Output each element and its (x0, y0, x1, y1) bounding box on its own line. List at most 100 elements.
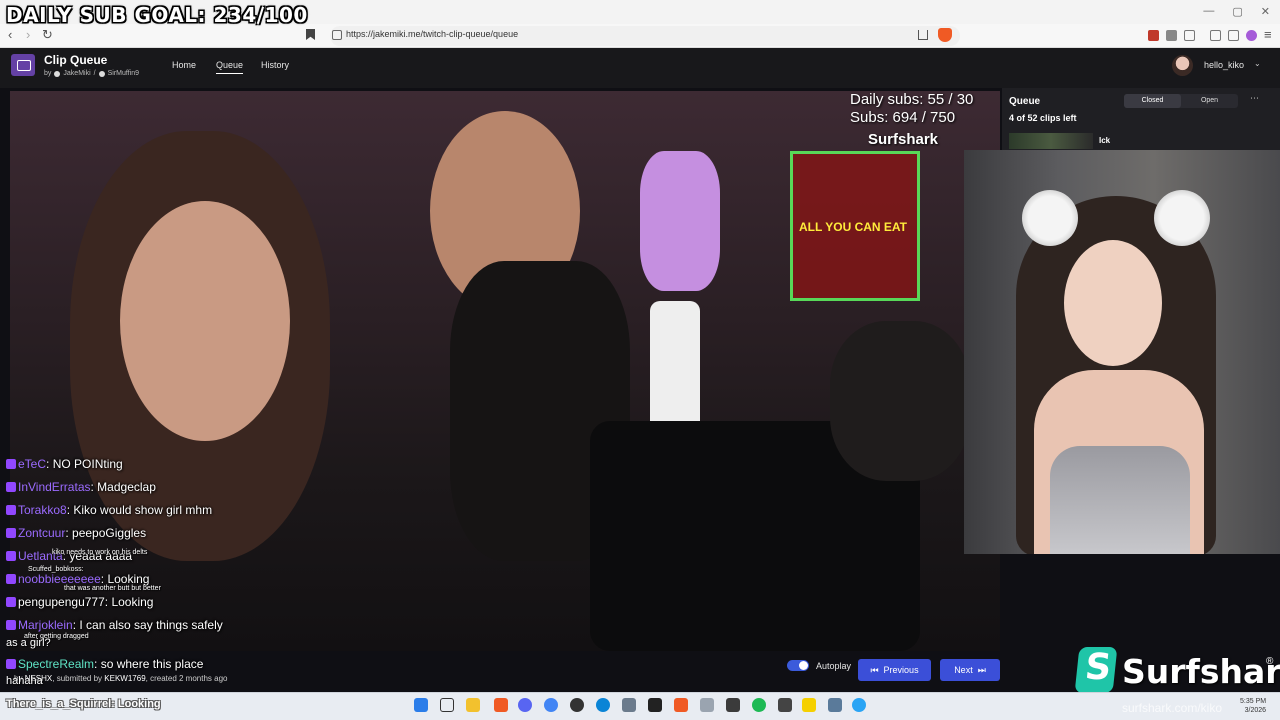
queue-item-title[interactable]: Ick (1099, 136, 1110, 145)
app-authors: by JakeMiki / SirMuffin9 (44, 70, 139, 77)
username[interactable]: hello_kiko (1204, 60, 1244, 70)
url-text[interactable]: https://jakemiki.me/twitch-clip-queue/qu… (346, 29, 518, 39)
clip-video-player[interactable]: ALL YOU CAN EAT Daily subs: 55 / 30 Subs… (10, 91, 1000, 651)
video-dancer (640, 151, 720, 291)
chat-user: Torakko8 (18, 503, 67, 517)
file-explorer-icon[interactable] (466, 698, 480, 712)
extension-icon[interactable] (1184, 30, 1195, 41)
sub-badge-icon (6, 551, 16, 561)
chat-user: pengupengu777 (18, 595, 105, 609)
app-icon[interactable] (778, 698, 792, 712)
reload-icon[interactable]: ↻ (42, 27, 53, 43)
obs-icon[interactable] (570, 698, 584, 712)
queue-item-thumbnail[interactable] (1009, 133, 1093, 149)
chat-message: Madgeclap (97, 480, 156, 494)
autoplay-toggle[interactable] (787, 660, 809, 671)
chrome-icon[interactable] (544, 698, 558, 712)
webcam-top (1050, 446, 1190, 554)
minimize-icon[interactable]: — (1203, 5, 1214, 18)
sub-badge-icon (6, 528, 16, 538)
music-icon[interactable] (1210, 30, 1221, 41)
sidebar-icon[interactable] (1228, 30, 1239, 41)
edge-icon[interactable] (596, 698, 610, 712)
windows-start-icon[interactable] (414, 698, 428, 712)
app-icon[interactable] (852, 698, 866, 712)
app-icon[interactable] (726, 698, 740, 712)
chat-line: Torakko8: Kiko would show girl mhm (6, 503, 212, 523)
app-title[interactable]: Clip Queue (44, 53, 107, 67)
tab-closed[interactable]: Closed (1124, 94, 1181, 108)
author-link[interactable]: JakeMiki (63, 70, 90, 77)
extension-icon[interactable] (1148, 30, 1159, 41)
brave-shields-icon[interactable] (938, 28, 952, 42)
app-icon[interactable] (700, 698, 714, 712)
sub-badge-icon (6, 459, 16, 469)
author-link[interactable]: SirMuffin9 (108, 70, 139, 77)
app-icon[interactable] (828, 698, 842, 712)
back-icon[interactable]: ‹ (8, 27, 12, 42)
forward-icon[interactable]: › (26, 27, 30, 42)
more-options-icon[interactable]: ⋯ (1250, 93, 1259, 104)
chat-small-text: as a girl? (6, 637, 51, 649)
app-icon[interactable] (622, 698, 636, 712)
menu-icon[interactable]: ≡ (1264, 27, 1272, 42)
app-icon[interactable] (802, 698, 816, 712)
site-settings-icon[interactable] (332, 30, 342, 40)
app-header: Clip Queue by JakeMiki / SirMuffin9 Home… (0, 48, 1280, 88)
avatar[interactable] (1172, 55, 1193, 76)
chat-message: Kiko would show girl mhm (73, 503, 213, 517)
url-field[interactable]: https://jakemiki.me/twitch-clip-queue/qu… (330, 26, 960, 46)
video-sub-stats: Daily subs: 55 / 30 Subs: 694 / 750 (850, 91, 973, 127)
discord-icon[interactable] (518, 698, 532, 712)
video-sign: ALL YOU CAN EAT (790, 151, 920, 301)
by-label: by (44, 70, 52, 77)
chat-message: I can also say things safely (79, 618, 223, 632)
previous-icon: ⏮ (870, 664, 879, 675)
nav-history[interactable]: History (261, 60, 289, 70)
chat-small-text: that was another butt but better (64, 585, 161, 592)
app-icon[interactable] (648, 698, 662, 712)
maximize-icon[interactable]: ▢ (1232, 5, 1242, 18)
surfshark-logo-icon (1074, 647, 1118, 693)
previous-label: Previous (883, 665, 919, 675)
chat-line: InVindErratas: Madgeclap (6, 480, 156, 500)
chat-line: pengupengu777: Looking (6, 595, 153, 615)
clip-submitter[interactable]: KEKW1769 (104, 674, 145, 683)
bookmark-icon[interactable] (306, 29, 315, 40)
clock-date: 3/2026 (1244, 707, 1267, 714)
taskbar (0, 692, 1280, 720)
chat-user: Marjoklein (18, 618, 73, 632)
daily-subs-text: Daily subs: 55 / 30 (850, 91, 974, 108)
close-icon[interactable]: ✕ (1261, 5, 1270, 18)
chat-line: Zontcuur: peepoGiggles (6, 526, 146, 546)
sponsor-url: surfshark.com/kiko (1122, 701, 1223, 715)
queue-title: Queue (1009, 96, 1041, 107)
webcam-ear-right (1154, 190, 1210, 246)
brave-icon[interactable] (674, 698, 688, 712)
chat-small-text: kiko needs to work on his delts (52, 549, 148, 556)
chat-line: eTeC: NO POINting (6, 457, 123, 477)
subs-text: Subs: 694 / 750 (850, 109, 956, 126)
github-icon (54, 70, 61, 77)
nav-queue[interactable]: Queue (216, 60, 244, 74)
task-view-icon[interactable] (440, 698, 454, 712)
clip-created: , created 2 months ago (145, 674, 228, 683)
next-label: Next (954, 665, 973, 675)
taskbar-clock[interactable]: 5:35 PM 3/2026 (1240, 697, 1266, 715)
spotify-icon[interactable] (752, 698, 766, 712)
profile-icon[interactable] (1246, 30, 1257, 41)
nav-home[interactable]: Home (172, 60, 196, 70)
sign-text: ALL YOU CAN EAT (799, 220, 908, 234)
chevron-down-icon[interactable]: ⌄ (1254, 59, 1261, 68)
sub-badge-icon (6, 597, 16, 607)
extension-icon[interactable] (1166, 30, 1177, 41)
brave-icon[interactable] (494, 698, 508, 712)
address-bar: ‹ › ↻ https://jakemiki.me/twitch-clip-qu… (0, 24, 1280, 48)
previous-button[interactable]: ⏮ Previous (858, 659, 931, 681)
queue-panel: Queue 4 of 52 clips left Closed Open ⋯ I… (1002, 88, 1280, 150)
share-icon[interactable] (918, 30, 928, 40)
chat-user: eTeC (18, 457, 47, 471)
video-person-3 (830, 321, 970, 481)
tab-open[interactable]: Open (1181, 94, 1238, 108)
next-button[interactable]: Next ⏭ (940, 659, 1000, 681)
